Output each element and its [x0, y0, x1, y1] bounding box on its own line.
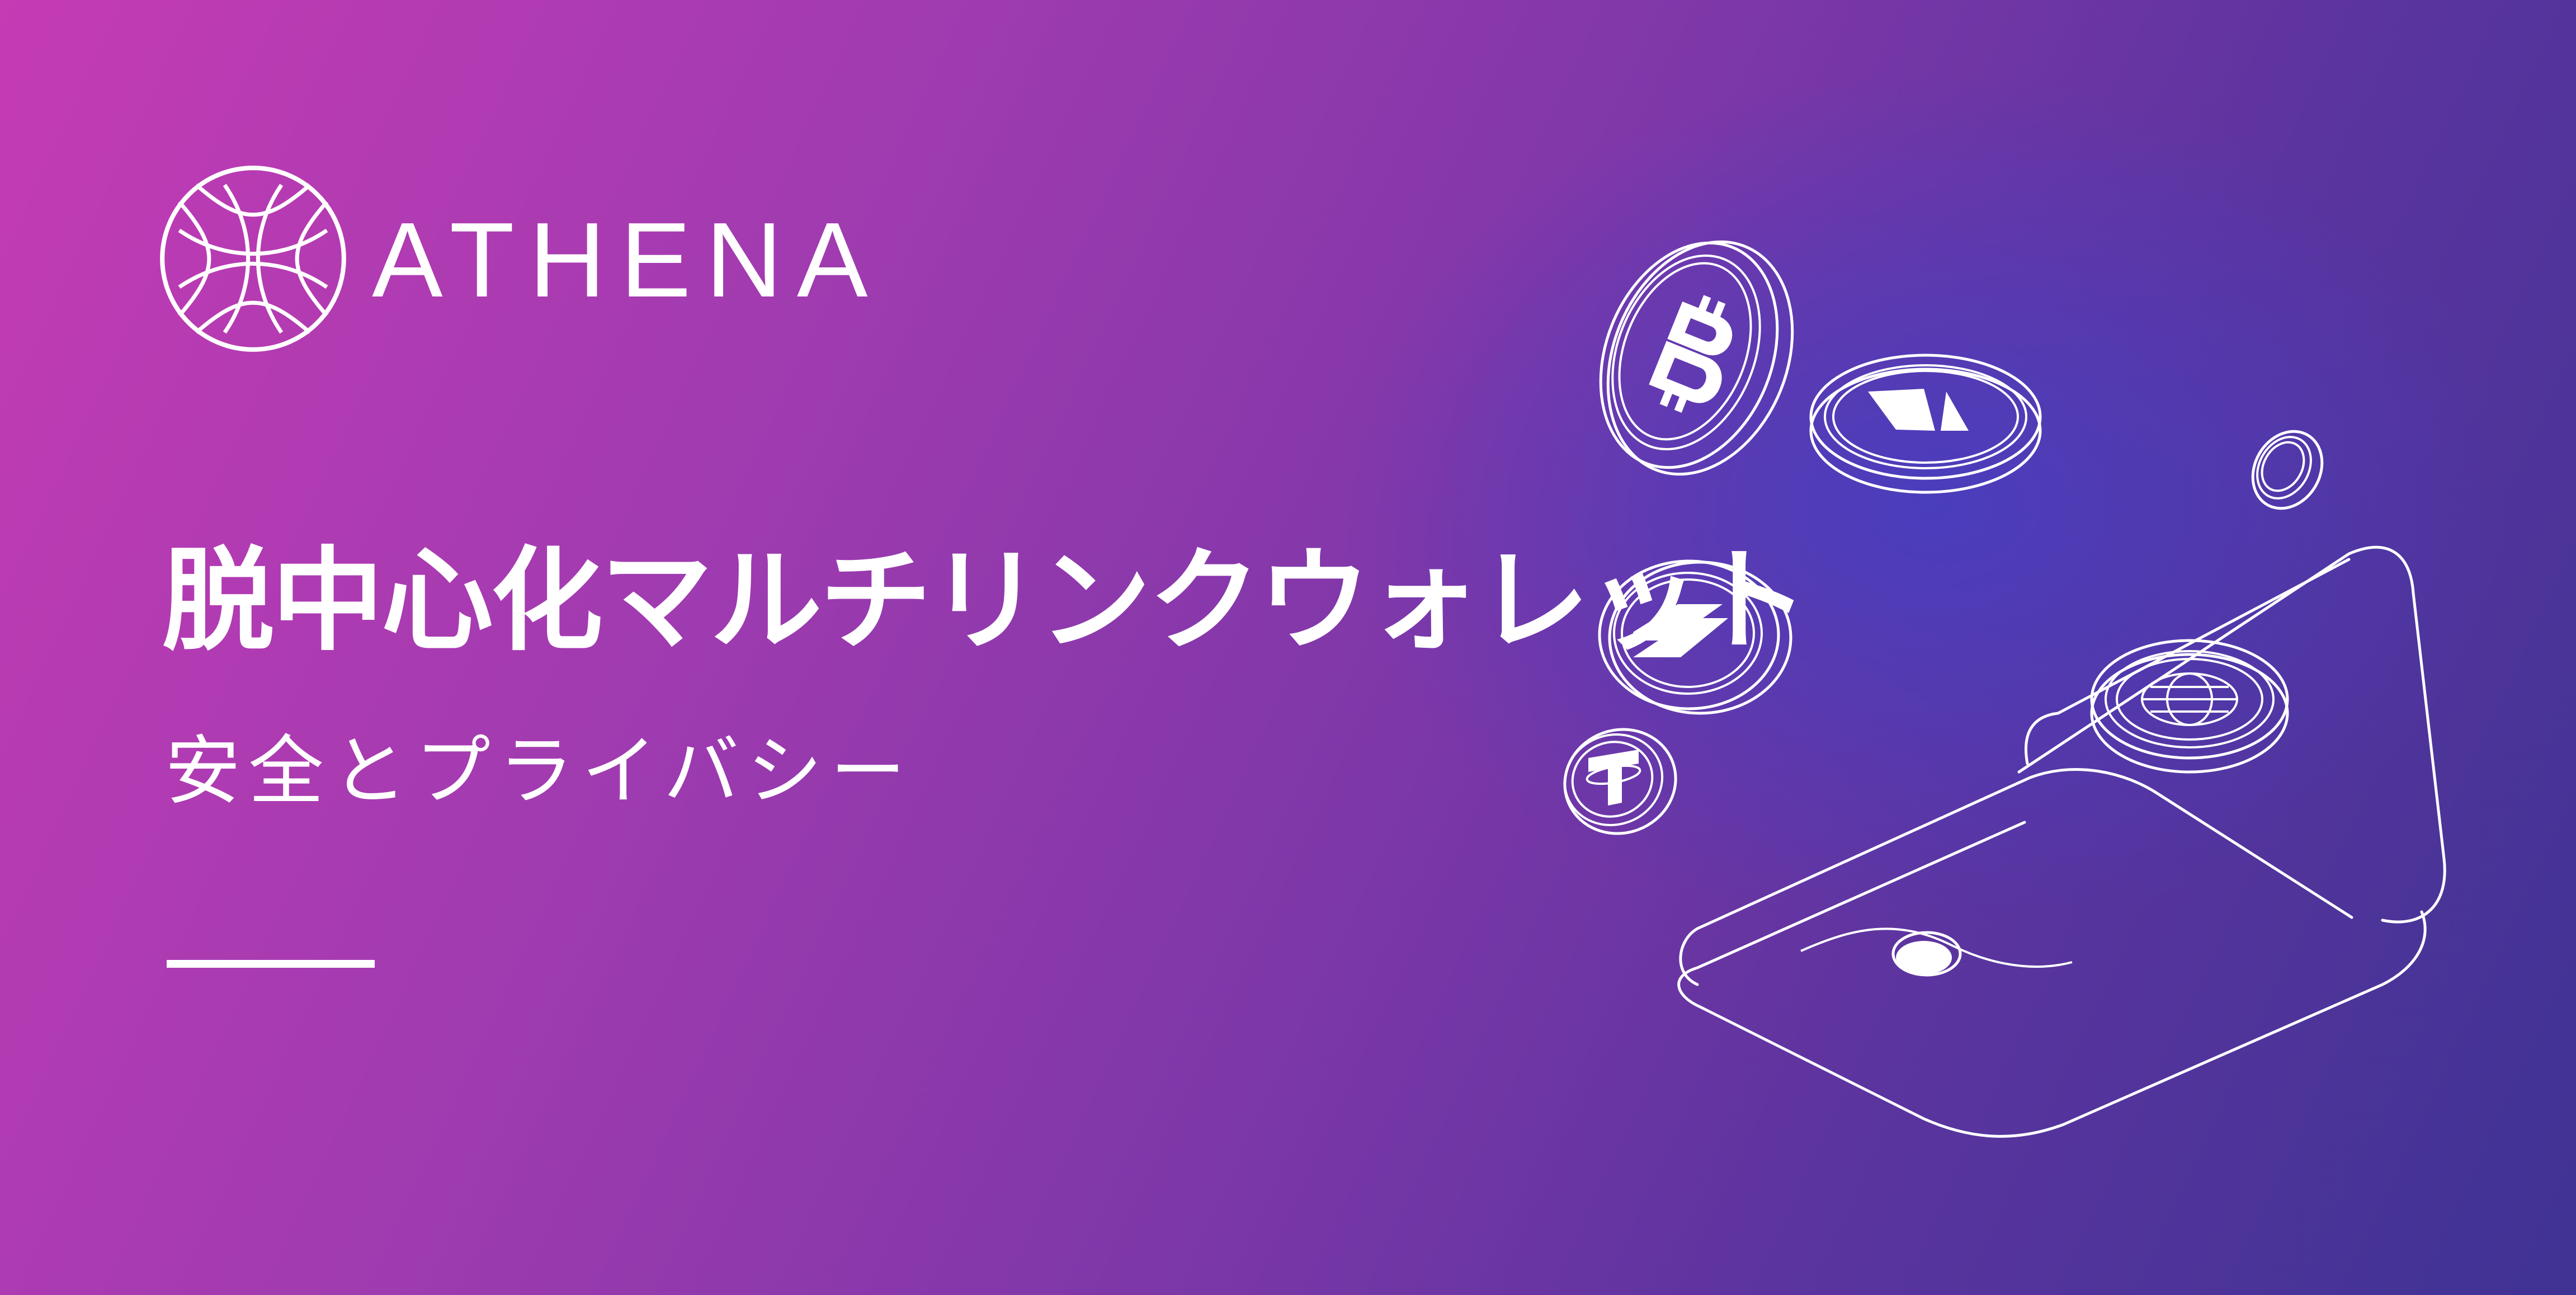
divider	[167, 960, 375, 968]
athena-logo-icon	[160, 166, 346, 352]
crypto-wallet-illustration	[1563, 240, 2446, 1138]
bitcoin-coin-icon	[1599, 240, 1794, 476]
hero-banner: ATHENA 脱中心化マルチリンクウォレット 安全とプライバシー	[0, 0, 2576, 1295]
brand-name: ATHENA	[372, 201, 883, 319]
brand-logo[interactable]: ATHENA	[157, 162, 884, 369]
tether-coin-icon	[1563, 728, 1677, 835]
wallet-icon	[1677, 545, 2446, 1138]
ethereum-coin-icon	[1809, 354, 2042, 494]
bolt-coin-icon	[1598, 559, 1792, 715]
small-coin-icon	[2251, 430, 2324, 510]
page-subtitle: 安全とプライバシー	[165, 727, 914, 815]
